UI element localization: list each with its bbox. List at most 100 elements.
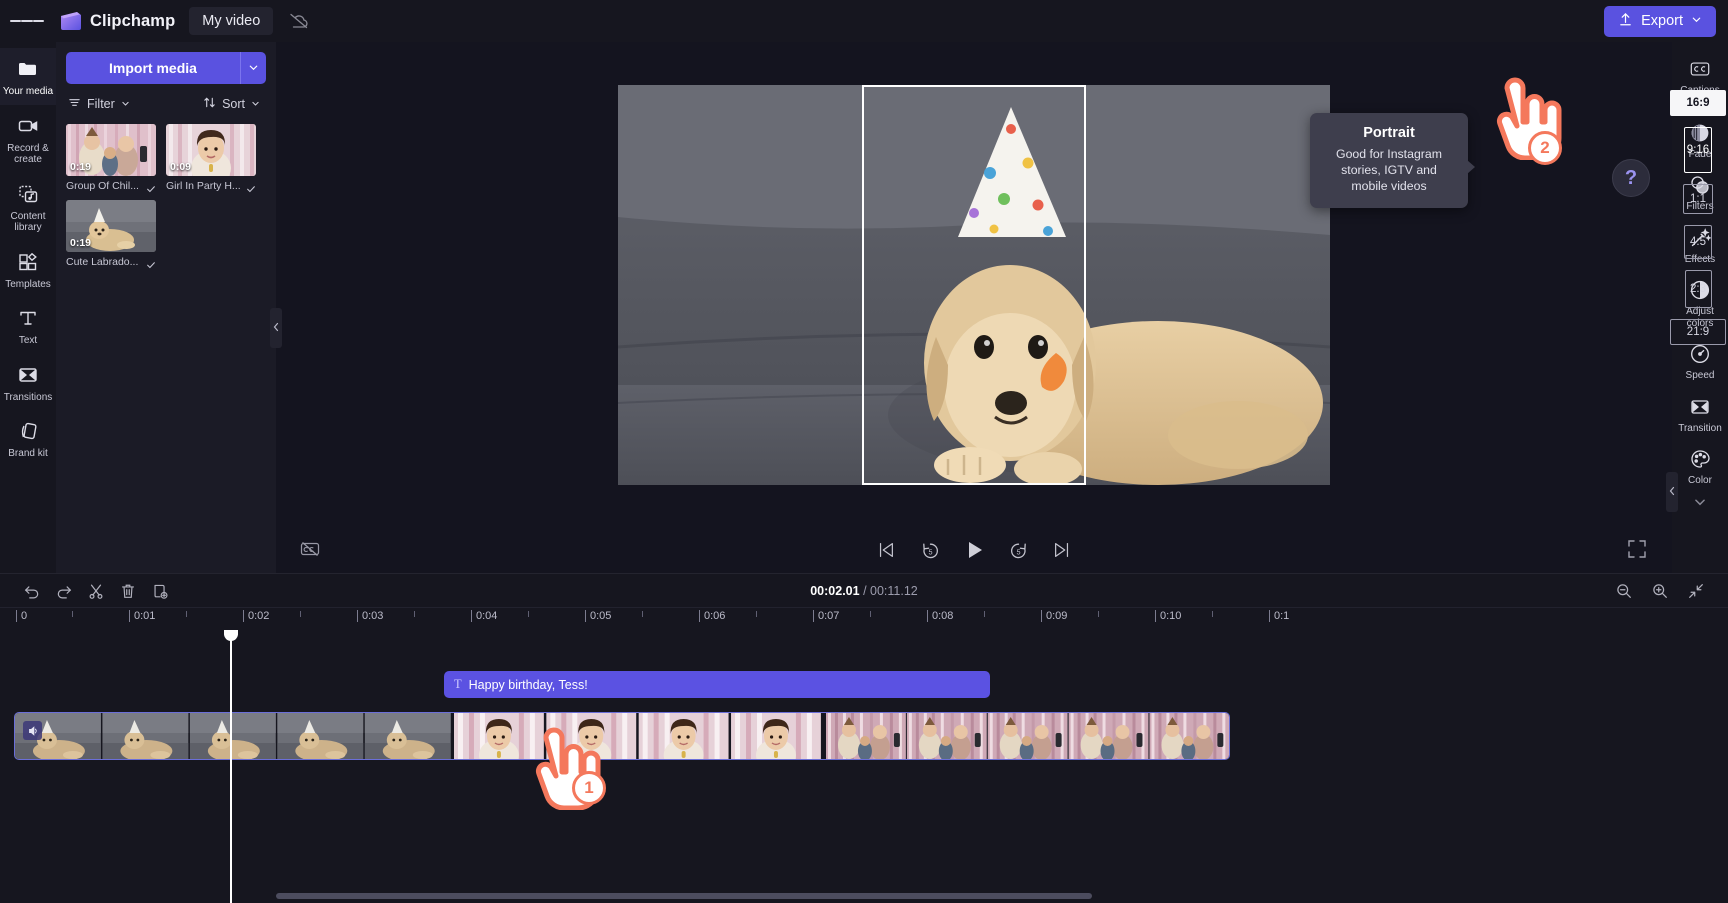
tool-rail-more-button[interactable] <box>1693 495 1707 514</box>
media-item-meta: Group Of Chil... <box>66 180 156 193</box>
aspect-ratio-21-9[interactable]: 21:9 <box>1670 319 1726 345</box>
aspect-ratio-9-16[interactable]: 9:16 <box>1684 127 1712 173</box>
text-t-icon <box>16 306 40 330</box>
sort-arrows-icon <box>203 96 216 112</box>
redo-icon[interactable] <box>50 578 78 604</box>
media-thumbnail[interactable]: 0:09 <box>166 124 256 176</box>
crop-selection-box[interactable] <box>862 84 1086 485</box>
clipchamp-editor: Clipchamp My video Export Your media Rec… <box>0 0 1728 903</box>
sidebar-item-templates[interactable]: Templates <box>0 241 56 298</box>
timeline-clip-girl[interactable] <box>454 713 823 759</box>
sidebar-item-record-create[interactable]: Record & create <box>0 105 56 173</box>
timeline-playhead[interactable] <box>224 630 238 903</box>
timeline-clip-children[interactable] <box>825 713 1229 759</box>
speed-gauge-icon <box>1689 343 1711 365</box>
sidebar-item-content-library[interactable]: Content library <box>0 173 56 241</box>
media-item: 0:09 Girl In Party H... <box>166 124 256 193</box>
timeline-clip-puppy[interactable] <box>15 713 452 759</box>
export-label: Export <box>1641 13 1683 29</box>
media-thumbnail-grid: 0:19 Group Of Chil... 0:09 Girl In Party… <box>66 124 266 269</box>
timeline-tracks: T Happy birthday, Tess! <box>14 630 1714 903</box>
tool-item-label: Color <box>1688 475 1712 486</box>
ruler-label: 0:08 <box>932 610 954 622</box>
media-item-meta: Girl In Party H... <box>166 180 256 193</box>
tooltip-body: Good for Instagram stories, IGTV and mob… <box>1336 147 1442 193</box>
sidebar-item-label: Brand kit <box>8 448 48 459</box>
play-icon[interactable] <box>961 537 987 563</box>
zoom-in-icon[interactable] <box>1646 578 1674 604</box>
sidebar-item-brand-kit[interactable]: Brand kit <box>0 410 56 467</box>
export-button[interactable]: Export <box>1604 5 1716 37</box>
aspect-ratio-2-3[interactable]: 2:3 <box>1684 270 1712 308</box>
total-time: 00:11.12 <box>870 583 918 598</box>
trash-icon[interactable] <box>114 578 142 604</box>
time-separator: / <box>863 583 867 598</box>
import-media-button[interactable]: Import media <box>66 52 240 84</box>
forward-5-icon[interactable]: 5 <box>1005 537 1031 563</box>
aspect-ratio-tooltip: Portrait Good for Instagram stories, IGT… <box>1310 113 1475 208</box>
fit-to-screen-icon[interactable] <box>1682 578 1710 604</box>
tool-item-label: Transition <box>1678 422 1722 434</box>
import-media-dropdown-button[interactable] <box>240 52 266 84</box>
cloud-off-icon[interactable] <box>287 9 311 33</box>
help-button[interactable]: ? <box>1612 159 1650 197</box>
sidebar-item-text[interactable]: Text <box>0 297 56 354</box>
cc-icon <box>1689 58 1711 80</box>
clip-filmstrip <box>825 713 1229 759</box>
timeline-ruler[interactable]: 0 0:01 0:02 0:03 0:04 0:05 0:06 0:07 0:0… <box>14 608 1714 630</box>
sidebar-item-your-media[interactable]: Your media <box>0 48 56 105</box>
tool-item-transition[interactable]: Transition <box>1672 388 1728 441</box>
aspect-ratio-16-9[interactable]: 16:9 <box>1670 90 1726 116</box>
timeline-zoom-controls <box>1610 578 1710 604</box>
media-item: 0:19 Cute Labrado... <box>66 200 156 269</box>
media-item-meta: Cute Labrado... <box>66 256 156 269</box>
zoom-out-icon[interactable] <box>1610 578 1638 604</box>
aspect-ratio-1-1[interactable]: 1:1 <box>1683 184 1713 214</box>
filter-label: Filter <box>87 97 115 111</box>
upload-icon <box>1618 12 1633 31</box>
timeline-horizontal-scrollbar[interactable] <box>276 893 1712 899</box>
hamburger-icon[interactable] <box>10 4 44 38</box>
ruler-label: 0:01 <box>134 610 156 622</box>
closed-captions-off-icon[interactable] <box>298 537 324 563</box>
sidebar-item-label: Text <box>18 335 38 346</box>
clip-filmstrip <box>454 713 822 759</box>
fullscreen-icon[interactable] <box>1626 538 1650 562</box>
timeline-time-display: 00:02.01 / 00:11.12 <box>0 584 1728 598</box>
ruler-label: 0:05 <box>590 610 612 622</box>
speaker-icon[interactable] <box>23 721 42 740</box>
media-thumbnail[interactable]: 0:19 <box>66 200 156 252</box>
text-clip[interactable]: T Happy birthday, Tess! <box>444 671 990 698</box>
timeline: 00:02.01 / 00:11.12 0 0:01 0:02 0:03 0:0… <box>0 573 1728 903</box>
clipchamp-logo-icon <box>60 11 82 31</box>
video-camera-icon <box>16 114 40 138</box>
playhead-handle[interactable] <box>224 630 238 641</box>
text-t-icon: T <box>454 677 462 691</box>
svg-text:5: 5 <box>928 547 932 556</box>
aspect-ratio-4-5[interactable]: 4:5 <box>1684 225 1712 259</box>
scrollbar-thumb[interactable] <box>276 893 1092 899</box>
rewind-5-icon[interactable]: 5 <box>917 537 943 563</box>
playback-controls: 5 5 <box>276 537 1672 563</box>
project-name-field[interactable]: My video <box>189 7 274 35</box>
media-item-name: Girl In Party H... <box>166 180 241 192</box>
filter-button[interactable]: Filter <box>68 96 130 112</box>
media-duration: 0:19 <box>70 237 92 249</box>
collapse-tool-rail-button[interactable] <box>1666 472 1678 512</box>
ruler-label: 0:1 <box>1274 610 1290 622</box>
undo-icon[interactable] <box>18 578 46 604</box>
annotation-badge-2: 2 <box>1528 131 1562 165</box>
skip-end-icon[interactable] <box>1049 537 1075 563</box>
chevron-left-icon <box>272 319 280 337</box>
collapse-media-panel-button[interactable] <box>270 307 282 348</box>
transitions-icon <box>16 363 40 387</box>
sidebar-item-transitions[interactable]: Transitions <box>0 354 56 411</box>
check-icon <box>146 257 156 269</box>
sort-button[interactable]: Sort <box>203 96 260 112</box>
scissors-icon[interactable] <box>82 578 110 604</box>
video-preview[interactable] <box>618 84 1330 485</box>
skip-start-icon[interactable] <box>873 537 899 563</box>
media-thumbnail[interactable]: 0:19 <box>66 124 156 176</box>
duplicate-icon[interactable] <box>146 578 174 604</box>
tool-item-color[interactable]: Color <box>1672 440 1728 493</box>
